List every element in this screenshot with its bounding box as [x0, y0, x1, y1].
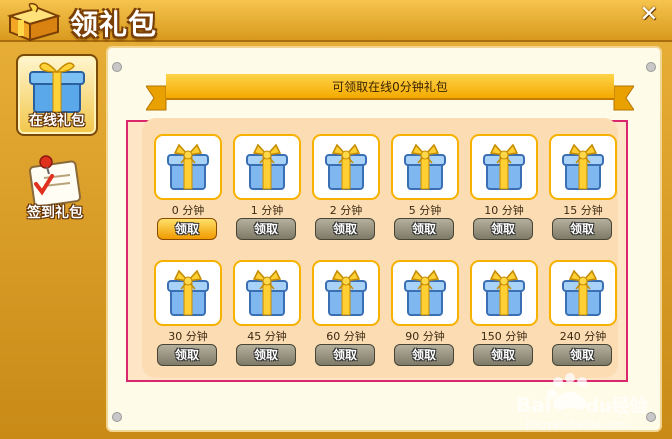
- claim-button[interactable]: 领取: [473, 218, 533, 240]
- gift-card: [470, 134, 538, 200]
- gift-time-label: 0 分钟: [171, 204, 205, 217]
- gift-logo-icon: [6, 2, 62, 42]
- claim-button[interactable]: 领取: [315, 218, 375, 240]
- claim-button[interactable]: 领取: [552, 218, 612, 240]
- claim-button[interactable]: 领取: [157, 218, 217, 240]
- gift-box-icon: [29, 62, 85, 113]
- gift-card: [233, 134, 301, 200]
- gift-card: [391, 134, 459, 200]
- gift-time-label: 150 分钟: [480, 330, 528, 343]
- claim-button[interactable]: 领取: [552, 344, 612, 366]
- gift-time-label: 240 分钟: [559, 330, 607, 343]
- gift-card: [312, 260, 380, 326]
- gift-time-label: 2 分钟: [329, 204, 363, 217]
- claim-button[interactable]: 领取: [236, 344, 296, 366]
- gift-card: [154, 134, 222, 200]
- svg-text:jingyan.baidu.com: jingyan.baidu.com: [525, 418, 628, 431]
- gift-card: [470, 260, 538, 326]
- gift-time-label: 5 分钟: [408, 204, 442, 217]
- window-title: 领礼包: [70, 8, 158, 41]
- sidebar-item-label: 在线礼包: [29, 113, 85, 129]
- screw-icon: [112, 62, 122, 72]
- gift-card: [549, 134, 617, 200]
- svg-text:Bai: Bai: [516, 393, 552, 417]
- banner-text: 可领取在线0分钟礼包: [332, 80, 448, 94]
- claim-button[interactable]: 领取: [315, 344, 375, 366]
- claim-button[interactable]: 领取: [236, 218, 296, 240]
- gift-card: [312, 134, 380, 200]
- gift-time-label: 45 分钟: [247, 330, 287, 343]
- gift-time-label: 1 分钟: [250, 204, 284, 217]
- gift-card: [154, 260, 222, 326]
- gift-time-label: 30 分钟: [168, 330, 208, 343]
- gift-time-label: 15 分钟: [563, 204, 603, 217]
- title-bar: 领礼包 ✕: [0, 0, 672, 42]
- gift-grid-frame: 0 分钟 领取 1 分钟 领取 2 分钟 领取 5 分钟 领取 10 分钟 领取 15 分钟 领取 30…: [126, 118, 628, 382]
- gift-time-label: 10 分钟: [484, 204, 524, 217]
- screw-icon: [646, 62, 656, 72]
- claim-button[interactable]: 领取: [157, 344, 217, 366]
- close-button[interactable]: ✕: [638, 4, 660, 26]
- claim-button[interactable]: 领取: [473, 344, 533, 366]
- gift-time-label: 60 分钟: [326, 330, 366, 343]
- gift-card: [391, 260, 459, 326]
- svg-text:du经验: du经验: [586, 395, 649, 417]
- baidu-watermark-logo: Bai du经验 jingyan.baidu.com: [516, 373, 649, 431]
- claim-button[interactable]: 领取: [394, 218, 454, 240]
- banner-ribbon: 可领取在线0分钟礼包: [146, 74, 634, 111]
- screw-icon: [112, 412, 122, 422]
- claim-button[interactable]: 领取: [394, 344, 454, 366]
- sidebar-item-online-gift[interactable]: 在线礼包: [16, 54, 98, 136]
- sidebar-item-checkin-gift[interactable]: 签到礼包: [16, 148, 94, 226]
- gift-time-label: 90 分钟: [405, 330, 445, 343]
- sidebar-item-label: 签到礼包: [27, 205, 83, 221]
- gift-card: [233, 260, 301, 326]
- gift-card: [549, 260, 617, 326]
- checklist-pin-icon: [28, 155, 82, 208]
- sidebar: 在线礼包 签到礼包: [8, 46, 104, 432]
